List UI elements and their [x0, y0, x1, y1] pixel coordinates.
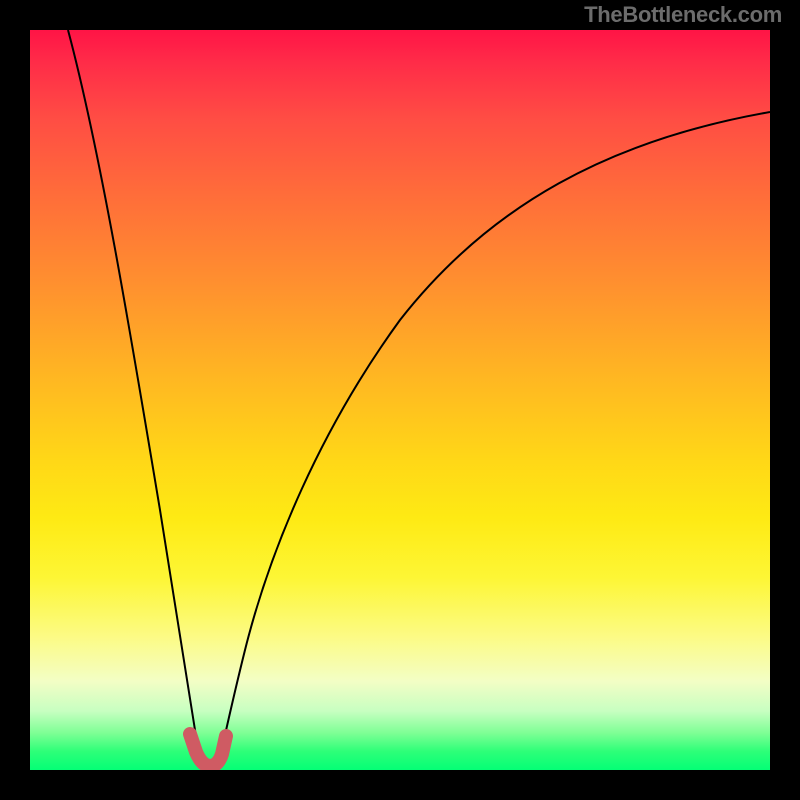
optimum-marker: [190, 734, 226, 766]
left-curve: [68, 30, 203, 765]
right-curve: [218, 112, 770, 765]
attribution-text: TheBottleneck.com: [584, 2, 782, 28]
chart-container: TheBottleneck.com: [0, 0, 800, 800]
plot-area: [30, 30, 770, 770]
curves-svg: [30, 30, 770, 770]
